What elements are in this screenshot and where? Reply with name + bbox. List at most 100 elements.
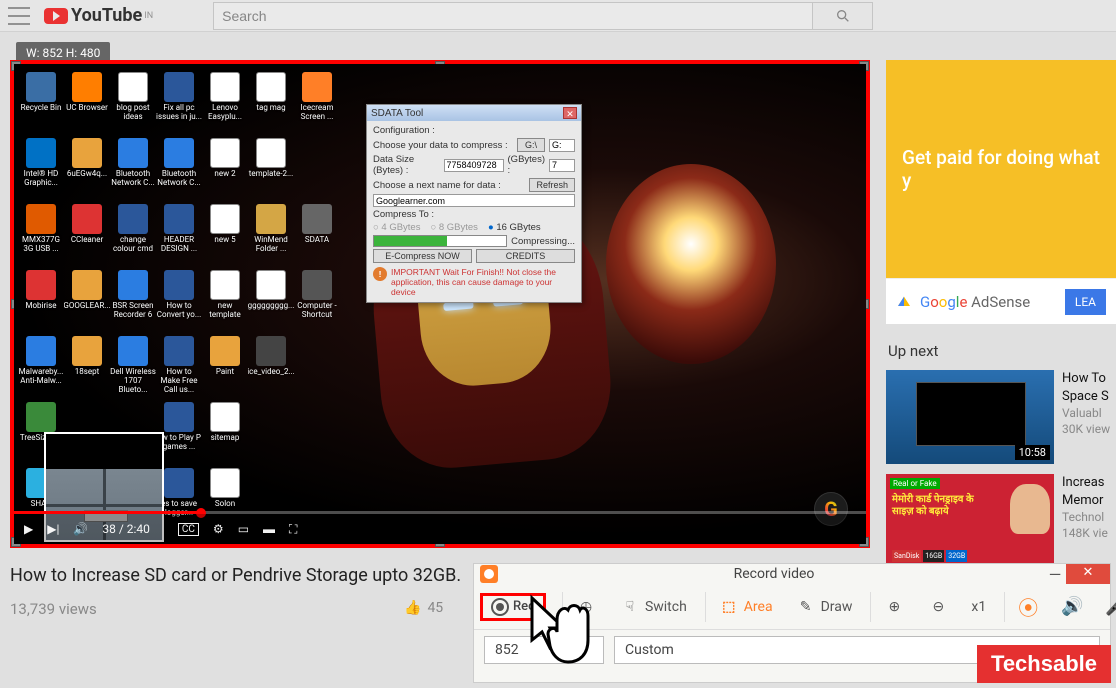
- switch-button[interactable]: ☟Switch: [611, 592, 695, 622]
- desktop-icon[interactable]: HEADER DESIGN ...: [156, 204, 202, 268]
- gbytes-label: (GBytes) :: [508, 154, 545, 176]
- speed-label[interactable]: x1: [963, 595, 994, 619]
- refresh-button[interactable]: Refresh: [529, 178, 575, 192]
- desktop-icon[interactable]: [294, 402, 340, 466]
- datasize-label: Data Size (Bytes) :: [373, 154, 440, 176]
- credits-button[interactable]: CREDITS: [476, 249, 575, 263]
- desktop-icon[interactable]: Fix all pc issues in ju...: [156, 72, 202, 136]
- drive-select[interactable]: G:\: [517, 138, 545, 152]
- opt-16gb[interactable]: ● 16 GBytes: [488, 222, 541, 233]
- opt-4gb[interactable]: ○ 4 GBytes: [373, 222, 420, 233]
- youtube-play-icon: [44, 8, 68, 24]
- desktop-icon[interactable]: CCleaner: [64, 204, 110, 268]
- datasize-input[interactable]: [444, 159, 504, 172]
- search-button[interactable]: [813, 2, 873, 30]
- recorder-titlebar[interactable]: Record video — ✕: [474, 564, 1110, 584]
- zoom-in-button[interactable]: ⊕: [870, 592, 913, 622]
- desktop-icon[interactable]: [248, 402, 294, 466]
- desktop-icon[interactable]: 6uEGw4q...: [64, 138, 110, 202]
- desktop-icon[interactable]: GOOGLEAR...: [64, 270, 110, 334]
- desktop-icon[interactable]: How to Make Free Call us...: [156, 336, 202, 400]
- desktop-icon[interactable]: ggggggggg...: [248, 270, 294, 334]
- desktop-icon[interactable]: UC Browser: [64, 72, 110, 136]
- opt-8gb[interactable]: ○ 8 GBytes: [430, 222, 477, 233]
- speaker-icon: 🔊: [1061, 596, 1083, 618]
- desktop-icon[interactable]: ice_video_2...: [248, 336, 294, 400]
- desktop-icon[interactable]: Bluetooth Network C...: [110, 138, 156, 202]
- zoom-in-icon: ⊕: [883, 596, 905, 618]
- minimize-button[interactable]: —: [1044, 565, 1066, 584]
- desktop-icon[interactable]: Computer - Shortcut: [294, 270, 340, 334]
- desktop-icon[interactable]: Malwareby... Anti-Malw...: [18, 336, 64, 400]
- desktop-icon[interactable]: Paint: [202, 336, 248, 400]
- desktop-icon[interactable]: change colour cmd: [110, 204, 156, 268]
- desktop-icon[interactable]: Mobirise: [18, 270, 64, 334]
- desktop-icon[interactable]: SDATA: [294, 204, 340, 268]
- settings-icon[interactable]: ⚙: [213, 522, 224, 536]
- desktop-icon[interactable]: Lenovo Easyplu...: [202, 72, 248, 136]
- cc-icon[interactable]: CC: [178, 523, 199, 536]
- desktop-icon[interactable]: BSR Screen Recorder 6: [110, 270, 156, 334]
- desktop-icon[interactable]: new 2: [202, 138, 248, 202]
- sdata-warning: ! IMPORTANT Wait For Finish!! Not close …: [373, 267, 575, 298]
- desktop-icon[interactable]: WinMend Folder ...: [248, 204, 294, 268]
- gbytes-input[interactable]: [549, 159, 575, 172]
- ecompress-button[interactable]: E-Compress NOW: [373, 249, 472, 263]
- youtube-logo[interactable]: YouTube IN: [44, 5, 153, 26]
- timer-button[interactable]: ◷: [562, 592, 605, 622]
- desktop-icon[interactable]: [294, 336, 340, 400]
- recorder-app-icon: [480, 565, 498, 583]
- desktop-icon[interactable]: blog post ideas: [110, 72, 156, 136]
- mic-button[interactable]: 🎤: [1097, 592, 1116, 622]
- ad-banner[interactable]: Get paid for doing what y: [886, 60, 1116, 278]
- youtube-logo-text: YouTube: [71, 5, 142, 26]
- mic-icon: 🎤: [1105, 596, 1116, 618]
- likes[interactable]: 👍 45: [404, 600, 443, 616]
- desktop-icon[interactable]: [294, 138, 340, 202]
- desktop-icon[interactable]: Bluetooth Network C...: [156, 138, 202, 202]
- reco-thumbnail: 10:58: [886, 370, 1054, 464]
- next-icon[interactable]: ▶|: [47, 522, 59, 536]
- capture-area[interactable]: G Recycle BinUC Browserblog post ideasFi…: [10, 60, 870, 548]
- close-button[interactable]: ✕: [1066, 564, 1110, 584]
- reco-item-1[interactable]: 10:58 How To Space S Valuabl 30K view: [886, 370, 1116, 464]
- desktop-icon[interactable]: Intel® HD Graphic...: [18, 138, 64, 202]
- theater-icon[interactable]: ▬: [263, 522, 275, 536]
- drive-display[interactable]: [549, 139, 575, 152]
- miniplayer-icon[interactable]: ▭: [238, 522, 249, 536]
- area-button[interactable]: ⬚Area: [705, 592, 781, 622]
- desktop-icon[interactable]: Recycle Bin: [18, 72, 64, 136]
- play-icon[interactable]: ▶: [24, 522, 33, 536]
- speaker-button[interactable]: 🔊: [1053, 592, 1091, 622]
- desktop-icon[interactable]: MMX377G 3G USB ...: [18, 204, 64, 268]
- record-button[interactable]: Rec: [480, 593, 546, 621]
- webcam-button[interactable]: ⦿: [1004, 592, 1047, 622]
- desktop-icon[interactable]: Dell Wireless 1707 Blueto...: [110, 336, 156, 400]
- video-views: 13,739 views: [10, 600, 97, 618]
- desktop-icon[interactable]: tag mag: [248, 72, 294, 136]
- volume-icon[interactable]: 🔊: [73, 522, 88, 536]
- sdata-titlebar[interactable]: SDATA Tool ✕: [367, 105, 581, 121]
- desktop-icon[interactable]: 18sept: [64, 336, 110, 400]
- sdata-close-button[interactable]: ✕: [563, 107, 577, 119]
- thumbs-up-icon[interactable]: 👍: [404, 600, 421, 616]
- zoom-out-button[interactable]: ⊖: [919, 592, 957, 622]
- recorder-title: Record video: [504, 566, 1044, 582]
- draw-button[interactable]: ✎Draw: [787, 592, 861, 622]
- adsense-strip[interactable]: Google Google AdSenseAdSense LEA: [886, 278, 1116, 324]
- hamburger-icon[interactable]: [8, 7, 30, 25]
- desktop-icon[interactable]: new 5: [202, 204, 248, 268]
- config-label: Configuration :: [373, 125, 575, 136]
- desktop-icon[interactable]: template-2...: [248, 138, 294, 202]
- learn-button[interactable]: LEA: [1065, 289, 1106, 315]
- desktop-icon[interactable]: How to Convert yo...: [156, 270, 202, 334]
- sdata-tool-window[interactable]: SDATA Tool ✕ Configuration : Choose your…: [366, 104, 582, 303]
- name-input[interactable]: [373, 194, 575, 207]
- fullscreen-icon[interactable]: ⛶: [289, 522, 297, 537]
- desktop-icon[interactable]: sitemap: [202, 402, 248, 466]
- search-input[interactable]: [213, 2, 813, 30]
- reco-item-2[interactable]: Real or Fake मेमोरी कार्ड पेनड्राइव केसा…: [886, 474, 1116, 568]
- desktop-icon[interactable]: new template: [202, 270, 248, 334]
- width-input[interactable]: 852: [484, 636, 604, 664]
- desktop-icon[interactable]: Icecream Screen ...: [294, 72, 340, 136]
